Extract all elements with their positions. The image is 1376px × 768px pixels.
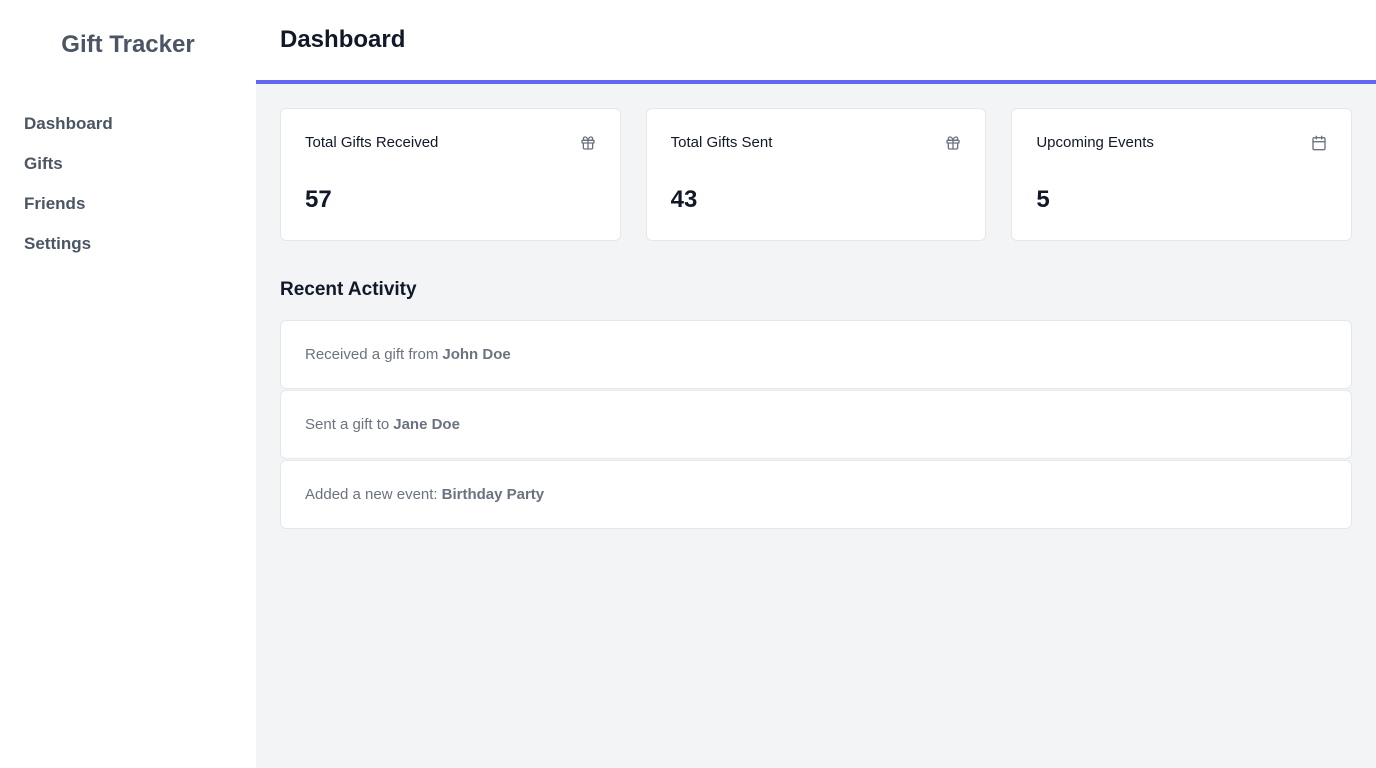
main-area: Dashboard Total Gifts Received 57 Total … xyxy=(256,0,1376,768)
stat-card-upcoming-events: Upcoming Events 5 xyxy=(1011,108,1353,241)
stat-card-gifts-received: Total Gifts Received 57 xyxy=(280,108,621,241)
stat-label: Upcoming Events xyxy=(1036,134,1154,151)
stat-value: 57 xyxy=(305,186,332,213)
activity-highlight: Birthday Party xyxy=(441,486,545,503)
gift-icon xyxy=(945,135,961,151)
stat-label: Total Gifts Sent xyxy=(670,134,773,151)
stat-card-gifts-sent: Total Gifts Sent 43 xyxy=(645,108,987,241)
activity-text: Sent a gift to xyxy=(305,416,390,433)
app-title: Gift Tracker xyxy=(61,31,195,58)
sidebar-item-gifts[interactable]: Gifts xyxy=(24,153,113,193)
stats-row: Total Gifts Received 57 Total Gifts Sent xyxy=(280,108,1353,241)
activity-text: Received a gift from xyxy=(305,346,439,363)
recent-activity-list: Received a gift from John Doe Sent a gif… xyxy=(280,320,1352,529)
page-title: Dashboard xyxy=(280,26,406,53)
sidebar: Gift Tracker Dashboard Gifts Friends Set… xyxy=(0,0,256,768)
stat-label: Total Gifts Received xyxy=(305,134,439,151)
gift-icon xyxy=(580,135,596,151)
recent-activity-title: Recent Activity xyxy=(280,279,417,300)
activity-highlight: John Doe xyxy=(442,346,511,363)
dashboard-content: Total Gifts Received 57 Total Gifts Sent xyxy=(280,108,1353,530)
activity-text: Added a new event: xyxy=(305,486,438,503)
app-shell: Gift Tracker Dashboard Gifts Friends Set… xyxy=(0,0,1376,768)
sidebar-nav: Dashboard Gifts Friends Settings xyxy=(24,113,113,273)
sidebar-item-settings[interactable]: Settings xyxy=(24,233,113,273)
sidebar-item-dashboard[interactable]: Dashboard xyxy=(24,113,113,153)
top-bar: Dashboard xyxy=(256,0,1376,84)
stat-value: 43 xyxy=(670,186,698,213)
list-item[interactable]: Added a new event: Birthday Party xyxy=(280,460,1352,529)
list-item[interactable]: Received a gift from John Doe xyxy=(280,320,1352,389)
calendar-icon xyxy=(1311,135,1327,151)
stat-value: 5 xyxy=(1036,186,1050,213)
activity-highlight: Jane Doe xyxy=(393,416,460,433)
sidebar-item-friends[interactable]: Friends xyxy=(24,193,113,233)
list-item[interactable]: Sent a gift to Jane Doe xyxy=(280,390,1352,459)
